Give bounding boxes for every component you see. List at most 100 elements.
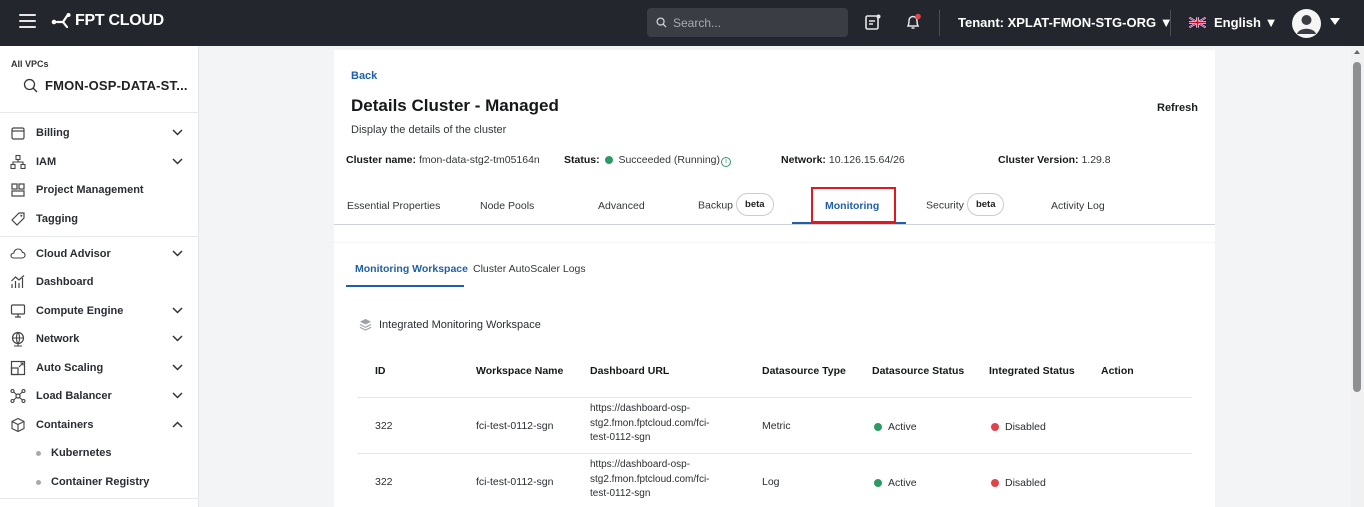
logo-text: FPT CLOUD (75, 12, 164, 29)
column-header-id: ID (375, 365, 386, 377)
sidebar-item-load-balancer[interactable]: Load Balancer (0, 383, 199, 409)
sidebar-item-auto-scaling[interactable]: Auto Scaling (0, 355, 199, 381)
tab-label: Security (926, 199, 964, 212)
caret-down-icon: ▼ (1264, 15, 1278, 30)
project-icon (11, 183, 25, 197)
sidebar-subitem-label: Container Registry (51, 476, 150, 488)
sidebar-item-cloud-advisor[interactable]: Cloud Advisor (0, 241, 199, 267)
url-line: test-0112-sgn (590, 488, 651, 499)
sidebar-divider (0, 112, 199, 113)
chevron-down-icon (172, 129, 183, 136)
subtab-cluster-autoscaler-logs[interactable]: Cluster AutoScaler Logs (473, 263, 586, 275)
bullet-dot (36, 480, 41, 485)
sidebar-item-project-management[interactable]: Project Management (0, 177, 199, 203)
sidebar-item-compute-engine[interactable]: Compute Engine (0, 298, 199, 324)
support-icon[interactable] (864, 13, 884, 33)
logo-mark-icon (51, 13, 71, 29)
tag-icon (11, 212, 25, 226)
cell-datasource-status: Active (874, 477, 917, 489)
active-dot (874, 423, 882, 431)
vpc-label: All VPCs (11, 59, 49, 69)
column-header-workspace-name: Workspace Name (476, 365, 564, 377)
page-subtitle: Display the details of the cluster (351, 124, 507, 136)
sidebar-item-label: Cloud Advisor (36, 248, 111, 260)
tab-label: Backup (698, 199, 734, 212)
sidebar-item-label: Containers (36, 419, 94, 431)
scroll-up-arrow-icon[interactable] (1354, 50, 1360, 54)
cell-dashboard-url[interactable]: https://dashboard-osp- stg2.fmon.fptclou… (590, 458, 730, 502)
tab-backup[interactable]: Backup beta (698, 193, 774, 217)
tab-node-pools[interactable]: Node Pools (480, 200, 534, 212)
cluster-name-info: Cluster name: fmon-data-stg2-tm05164n (346, 154, 540, 166)
sidebar-item-tagging[interactable]: Tagging (0, 206, 199, 232)
sidebar: All VPCs FMON-OSP-DATA-ST... Billing IAM… (0, 46, 199, 507)
back-link[interactable]: Back (351, 70, 377, 82)
column-header-dashboard-url: Dashboard URL (590, 365, 670, 377)
sidebar-item-network[interactable]: Network (0, 326, 199, 352)
sidebar-item-label: Billing (36, 127, 70, 139)
search-icon (23, 78, 38, 93)
tenant-selector[interactable]: Tenant: XPLAT-FMON-STG-ORG ▼ (958, 15, 1173, 30)
user-avatar[interactable] (1292, 9, 1321, 38)
user-menu-caret-icon[interactable] (1330, 18, 1340, 26)
loadbalancer-icon (10, 388, 26, 404)
search-box[interactable] (647, 8, 848, 37)
user-icon (1297, 15, 1316, 34)
cell-workspace-name: fci-test-0112-sgn (476, 420, 554, 432)
top-bar: FPT CLOUD Tenant: XPLAT-FMON-STG-ORG ▼ E… (0, 0, 1364, 46)
language-selector[interactable]: English ▼ (1189, 15, 1277, 30)
cluster-header-card (334, 50, 1215, 242)
cell-datasource-type: Log (762, 476, 780, 488)
column-header-integrated-status: Integrated Status (989, 365, 1075, 377)
cluster-name-value: fmon-data-stg2-tm05164n (418, 154, 540, 166)
url-line: stg2.fmon.fptcloud.com/fci- (590, 417, 710, 429)
version-info: Cluster Version: 1.29.8 (998, 154, 1111, 166)
tenant-label: Tenant: XPLAT-FMON-STG-ORG (958, 15, 1157, 30)
hamburger-menu-icon[interactable] (19, 14, 36, 30)
url-line: stg2.fmon.fptcloud.com/fci- (590, 473, 710, 485)
vpc-selector[interactable]: FMON-OSP-DATA-ST... (23, 78, 188, 93)
tab-label: Activity Log (1051, 200, 1105, 212)
beta-badge: beta (736, 193, 774, 216)
sidebar-item-dashboard[interactable]: Dashboard (0, 269, 199, 295)
disabled-dot (991, 423, 999, 431)
search-icon (656, 17, 667, 28)
search-input[interactable] (673, 15, 833, 30)
tab-advanced[interactable]: Advanced (598, 200, 645, 212)
layers-icon (359, 318, 372, 331)
info-icon[interactable]: i (721, 157, 732, 167)
sidebar-item-iam[interactable]: IAM (0, 149, 199, 175)
cell-integrated-status: Disabled (991, 421, 1046, 433)
cell-datasource-status: Active (874, 421, 917, 433)
monitor-icon (10, 304, 26, 318)
tab-essential-properties[interactable]: Essential Properties (347, 200, 440, 212)
uk-flag-icon (1189, 17, 1206, 28)
version-value: 1.29.8 (1081, 154, 1111, 166)
tab-security[interactable]: Security beta (926, 193, 1005, 217)
sidebar-item-containers[interactable]: Containers (0, 412, 199, 438)
table-divider (357, 397, 1192, 398)
cell-dashboard-url[interactable]: https://dashboard-osp- stg2.fmon.fptclou… (590, 402, 730, 446)
refresh-button[interactable]: Refresh (1157, 102, 1198, 114)
fpt-cloud-logo[interactable]: FPT CLOUD (50, 12, 164, 30)
beta-badge: beta (966, 193, 1005, 216)
dashboard-icon (11, 275, 25, 288)
cell-id: 322 (375, 420, 393, 432)
bullet-dot (36, 451, 41, 456)
scrollbar-thumb[interactable] (1353, 62, 1361, 392)
notification-bell-icon[interactable] (904, 13, 924, 33)
sidebar-item-label: IAM (36, 156, 57, 168)
sidebar-divider (0, 498, 199, 499)
chevron-down-icon (172, 335, 183, 342)
sidebar-subitem-kubernetes[interactable]: Kubernetes (0, 440, 199, 466)
subtab-monitoring-workspace[interactable]: Monitoring Workspace (355, 263, 468, 275)
workspace-heading: Integrated Monitoring Workspace (359, 318, 541, 331)
workspace-heading-text: Integrated Monitoring Workspace (379, 318, 541, 331)
sidebar-item-billing[interactable]: Billing (0, 120, 199, 146)
tab-label: Essential Properties (347, 200, 441, 212)
network-value: 10.126.15.64/26 (828, 154, 905, 166)
sidebar-subitem-container-registry[interactable]: Container Registry (0, 469, 199, 495)
sidebar-divider (0, 236, 199, 237)
tab-activity-log[interactable]: Activity Log (1051, 200, 1105, 212)
network-label: Network: (781, 154, 826, 166)
